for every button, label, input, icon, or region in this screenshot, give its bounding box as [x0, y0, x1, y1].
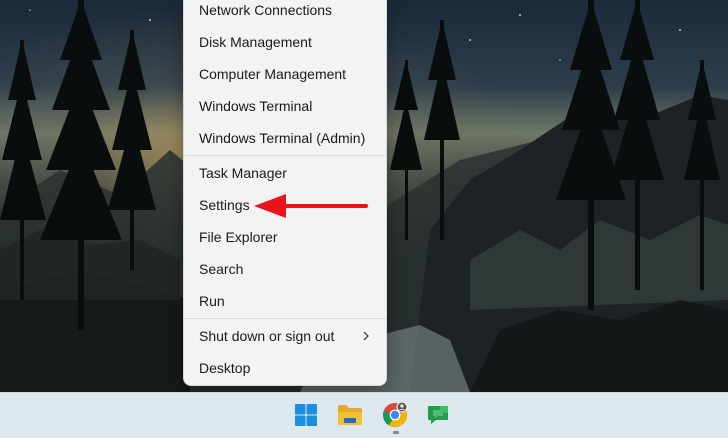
- menu-item-windows-terminal[interactable]: Windows Terminal: [188, 91, 384, 121]
- menu-item-label: Windows Terminal (Admin): [199, 130, 366, 146]
- menu-item-desktop[interactable]: Desktop: [188, 353, 384, 383]
- file-explorer-button[interactable]: [335, 400, 365, 430]
- menu-item-file-explorer[interactable]: File Explorer: [188, 222, 384, 252]
- menu-item-shut-down-or-sign-out[interactable]: Shut down or sign out: [188, 321, 384, 351]
- menu-item-computer-management[interactable]: Computer Management: [188, 59, 384, 89]
- menu-item-label: Disk Management: [199, 34, 312, 50]
- annotation-arrow-settings: [254, 194, 368, 218]
- chrome-button[interactable]: [380, 400, 410, 430]
- menu-item-run[interactable]: Run: [188, 286, 384, 316]
- running-app-indicator: [393, 431, 399, 434]
- menu-item-search[interactable]: Search: [188, 254, 384, 284]
- menu-item-label: Task Manager: [199, 165, 287, 181]
- menu-item-label: File Explorer: [199, 229, 278, 245]
- chrome-icon: [383, 402, 408, 427]
- start-button[interactable]: [291, 400, 321, 430]
- menu-item-label: Settings: [199, 197, 250, 213]
- menu-separator: [184, 318, 386, 319]
- menu-item-windows-terminal-admin[interactable]: Windows Terminal (Admin): [188, 123, 384, 153]
- menu-item-label: Computer Management: [199, 66, 347, 82]
- file-explorer-icon: [338, 405, 362, 425]
- menu-item-label: Windows Terminal: [199, 98, 313, 114]
- menu-item-label: Network Connections: [199, 2, 333, 18]
- menu-item-label: Search: [199, 261, 244, 277]
- google-chat-icon: [428, 406, 448, 424]
- menu-item-network-connections[interactable]: Network Connections: [188, 0, 384, 25]
- menu-item-label: Desktop: [199, 360, 251, 376]
- google-chat-button[interactable]: [423, 400, 453, 430]
- menu-item-disk-management[interactable]: Disk Management: [188, 27, 384, 57]
- menu-item-label: Run: [199, 293, 225, 309]
- menu-separator: [184, 155, 386, 156]
- menu-item-label: Shut down or sign out: [199, 328, 335, 344]
- menu-item-task-manager[interactable]: Task Manager: [188, 158, 384, 188]
- chevron-right-icon: [363, 331, 369, 341]
- windows-start-icon: [295, 404, 317, 426]
